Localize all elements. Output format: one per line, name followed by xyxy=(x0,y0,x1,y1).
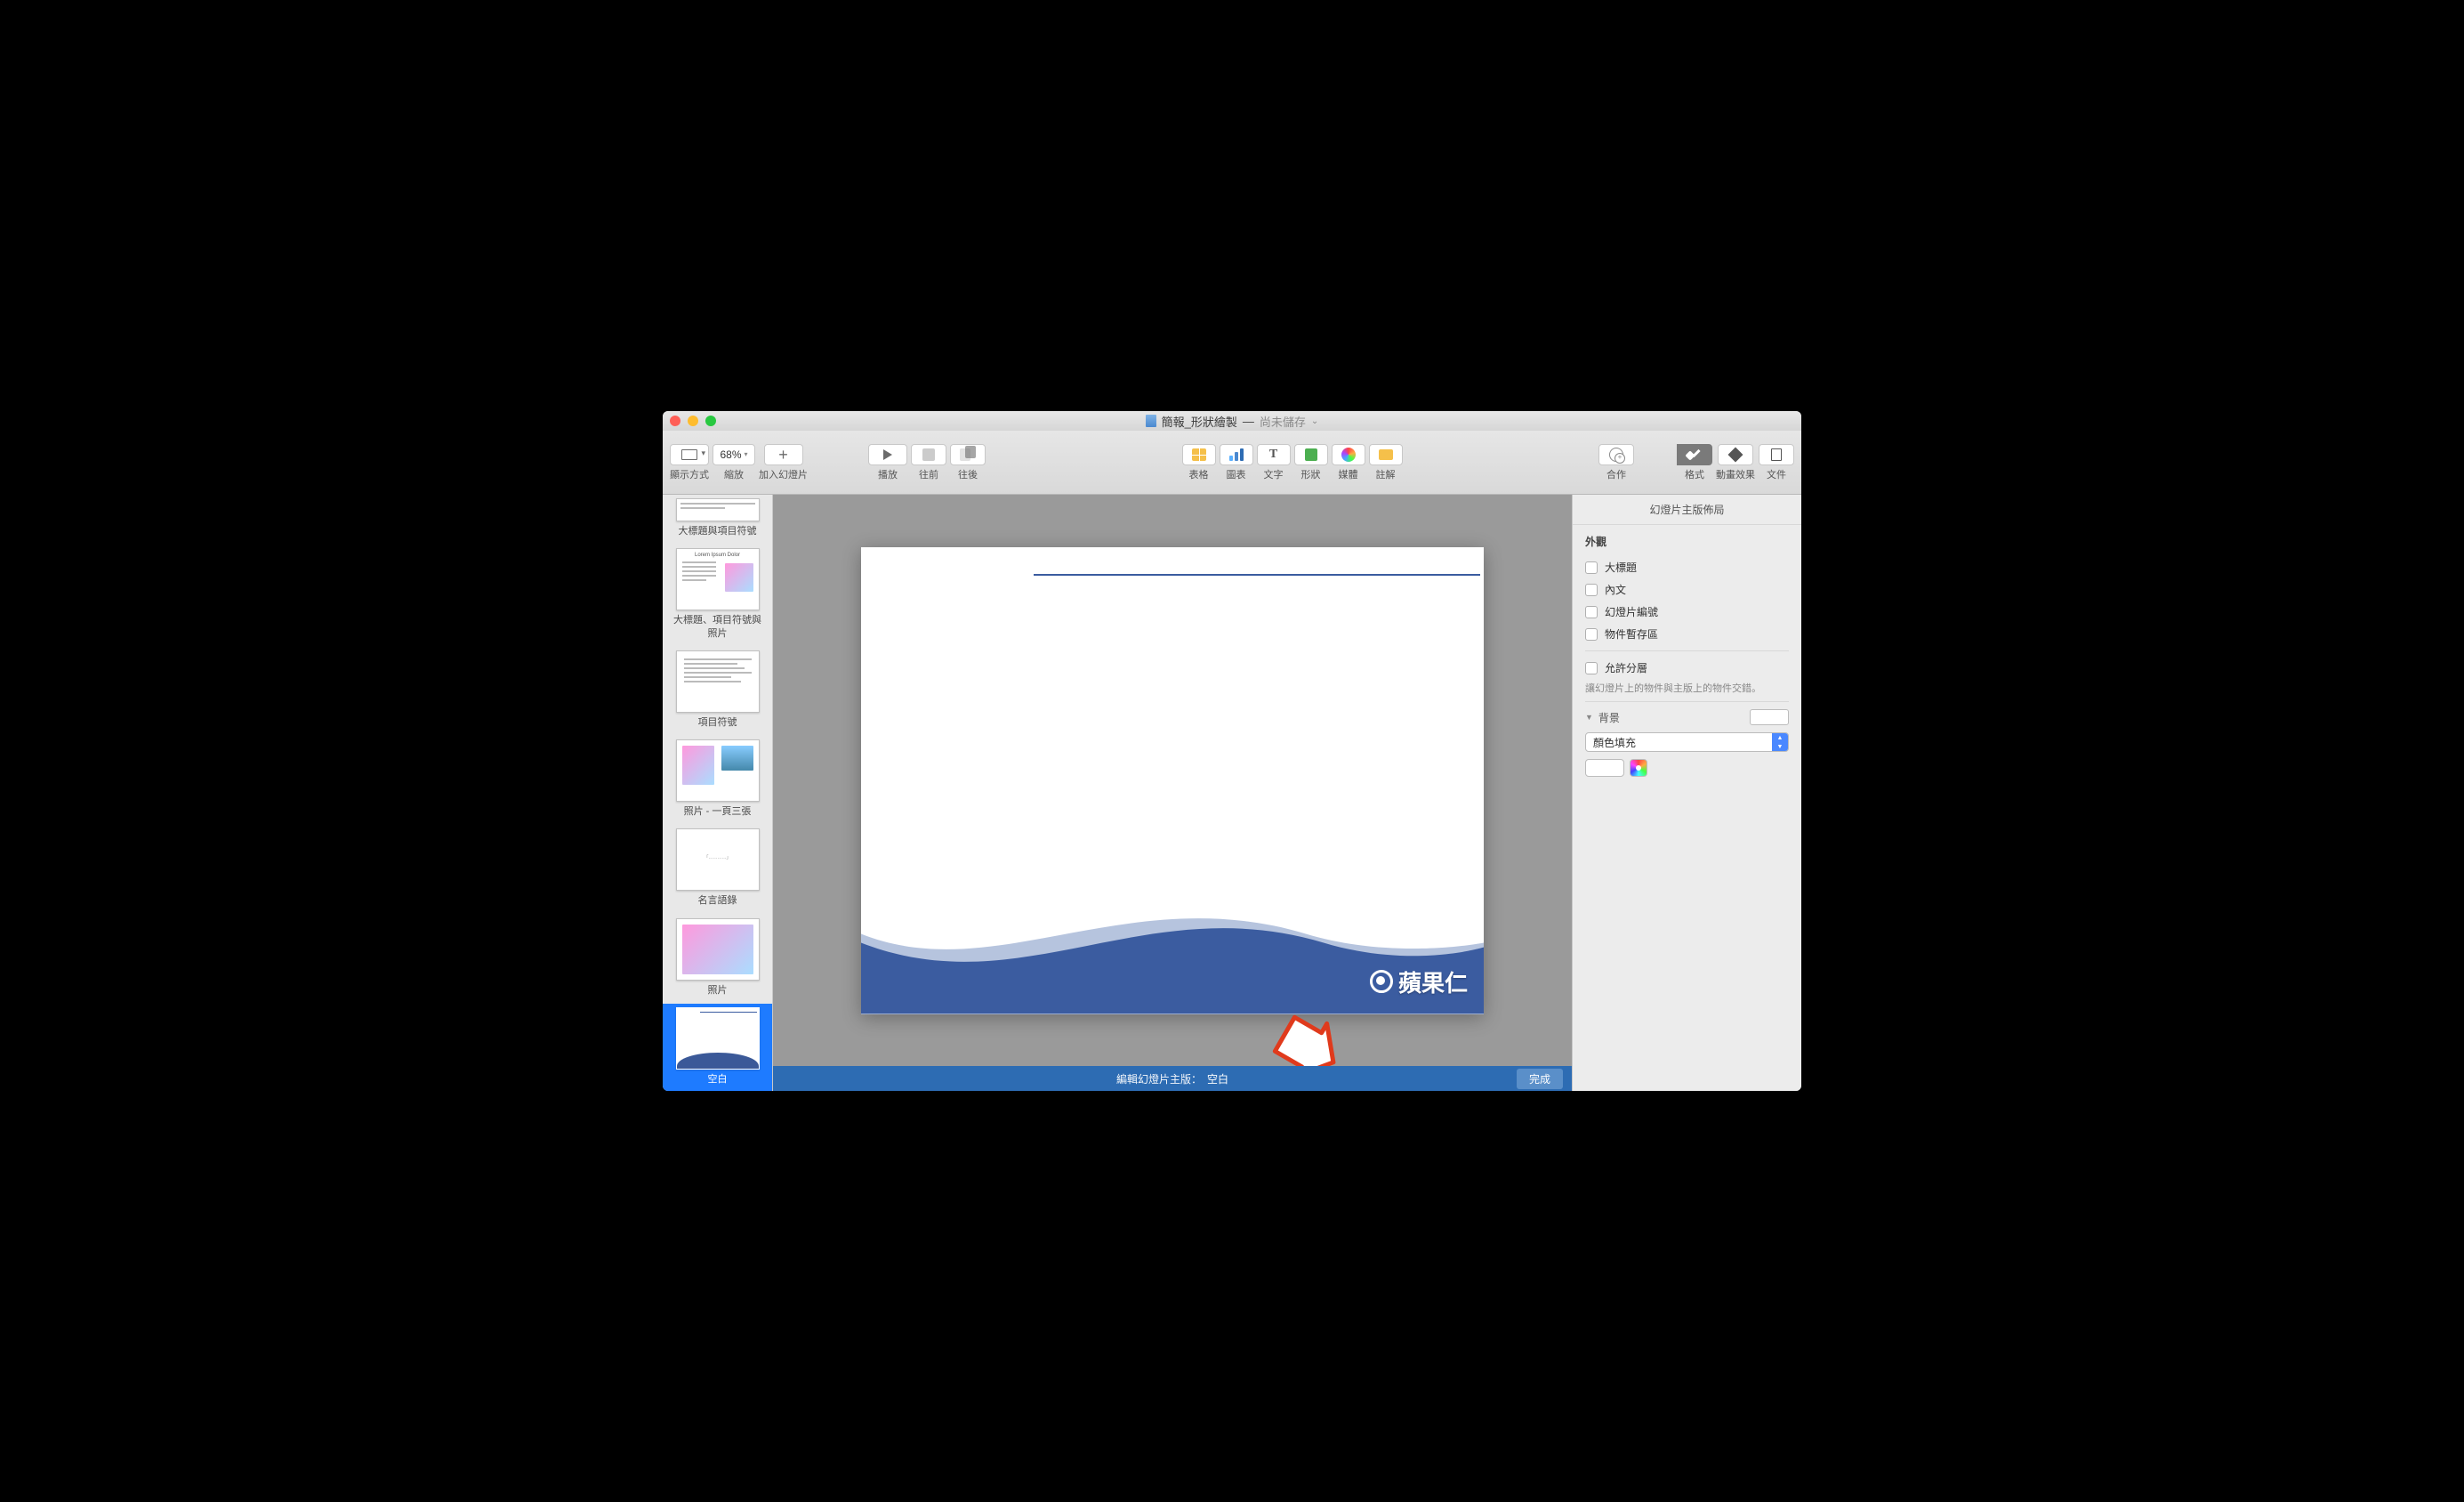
document-icon xyxy=(1146,415,1156,427)
checkbox-icon xyxy=(1585,628,1598,641)
done-button[interactable]: 完成 xyxy=(1517,1069,1563,1089)
animate-tab[interactable] xyxy=(1718,444,1753,465)
document-title: 簡報_形狀繪製 xyxy=(1162,413,1237,430)
save-status: 尚未儲存 xyxy=(1260,413,1306,430)
chart-button[interactable] xyxy=(1220,444,1253,465)
slide-navigator[interactable]: 大標題與項目符號 Lorem Ipsum Dolor 大標題、項目符號與照片 項… xyxy=(663,495,773,1091)
background-preview-swatch[interactable] xyxy=(1750,709,1789,725)
text-icon: T xyxy=(1269,448,1277,462)
master-thumb-selected[interactable]: 空白 xyxy=(663,1004,772,1091)
checkbox-placeholder[interactable]: 物件暫存區 xyxy=(1585,623,1789,645)
title-dash: — xyxy=(1243,415,1254,428)
next-button[interactable] xyxy=(950,444,986,465)
fill-type-select[interactable]: 顏色填充 ▲▼ xyxy=(1585,732,1789,752)
slide-master[interactable]: 蘋果仁 xyxy=(861,547,1484,1014)
master-thumb[interactable]: 照片 - 一頁三張 xyxy=(663,736,772,825)
format-tab[interactable] xyxy=(1677,444,1712,465)
checkbox-icon xyxy=(1585,584,1598,596)
chevron-down-icon[interactable]: ⌄ xyxy=(1311,416,1318,426)
add-slide-label: 加入幻燈片 xyxy=(759,467,808,481)
appearance-heading: 外觀 xyxy=(1585,534,1789,549)
master-thumb[interactable]: 大標題與項目符號 xyxy=(663,495,772,545)
edit-bar-value: 空白 xyxy=(1207,1071,1228,1086)
document-icon xyxy=(1771,448,1782,461)
master-thumb[interactable]: 項目符號 xyxy=(663,647,772,736)
brush-icon xyxy=(1687,447,1703,463)
table-icon xyxy=(1192,448,1206,461)
select-stepper-icon: ▲▼ xyxy=(1772,733,1788,751)
master-thumb[interactable]: Lorem Ipsum Dolor 大標題、項目符號與照片 xyxy=(663,545,772,647)
master-thumb[interactable]: 「…………」 名言語錄 xyxy=(663,825,772,914)
chart-icon xyxy=(1229,448,1244,461)
play-icon xyxy=(883,449,892,460)
media-button[interactable] xyxy=(1332,444,1365,465)
checkbox-allow-layer[interactable]: 允許分層 xyxy=(1585,657,1789,679)
prev-button[interactable] xyxy=(911,444,946,465)
play-label: 播放 xyxy=(878,467,898,481)
shape-button[interactable] xyxy=(1294,444,1328,465)
comment-icon xyxy=(1379,449,1393,460)
shape-icon xyxy=(1305,448,1317,461)
play-button[interactable] xyxy=(868,444,907,465)
minimize-window-button[interactable] xyxy=(688,416,698,426)
logo-ring-icon xyxy=(1370,970,1393,993)
zoom-dropdown[interactable]: 68%▾ xyxy=(713,444,755,465)
inspector-title: 幻燈片主版佈局 xyxy=(1573,495,1801,525)
checkbox-title[interactable]: 大標題 xyxy=(1585,556,1789,578)
comment-button[interactable] xyxy=(1369,444,1403,465)
collaborate-button[interactable] xyxy=(1598,444,1634,465)
inspector-panel: 幻燈片主版佈局 外觀 大標題 內文 幻燈片編號 物件暫存區 允許分層 讓幻燈片上… xyxy=(1572,495,1801,1091)
slide-divider-line xyxy=(1034,574,1480,576)
checkbox-icon xyxy=(1585,662,1598,674)
edit-bar-label: 編輯幻燈片主版： xyxy=(1116,1071,1202,1086)
app-window: 簡報_形狀繪製 — 尚未儲存 ⌄ 顯示方式 68%▾ 縮放 + 加入幻燈片 播放… xyxy=(663,411,1801,1091)
view-mode-button[interactable] xyxy=(670,444,709,465)
add-slide-button[interactable]: + xyxy=(764,444,803,465)
zoom-window-button[interactable] xyxy=(705,416,716,426)
slide-logo: 蘋果仁 xyxy=(1370,965,1468,998)
traffic-lights xyxy=(670,416,716,426)
close-window-button[interactable] xyxy=(670,416,680,426)
allow-layer-description: 讓幻燈片上的物件與主版上的物件交錯。 xyxy=(1585,682,1789,696)
master-thumb[interactable]: 照片 xyxy=(663,915,772,1004)
main-area: 大標題與項目符號 Lorem Ipsum Dolor 大標題、項目符號與照片 項… xyxy=(663,495,1801,1091)
view-icon xyxy=(681,449,697,460)
text-button[interactable]: T xyxy=(1257,444,1291,465)
collaborate-icon xyxy=(1609,448,1623,462)
checkbox-icon xyxy=(1585,561,1598,574)
window-title: 簡報_形狀繪製 — 尚未儲存 ⌄ xyxy=(663,413,1801,430)
document-tab[interactable] xyxy=(1759,444,1794,465)
diamond-icon xyxy=(1728,447,1743,462)
disclosure-triangle-icon: ▼ xyxy=(1585,713,1593,722)
color-well[interactable] xyxy=(1585,759,1624,777)
canvas-scroll[interactable]: 蘋果仁 xyxy=(773,495,1572,1066)
plus-icon: + xyxy=(778,447,788,463)
zoom-label: 縮放 xyxy=(724,467,744,481)
media-icon xyxy=(1341,448,1356,462)
table-button[interactable] xyxy=(1182,444,1216,465)
titlebar: 簡報_形狀繪製 — 尚未儲存 ⌄ xyxy=(663,411,1801,431)
checkbox-slide-number[interactable]: 幻燈片編號 xyxy=(1585,601,1789,623)
background-disclosure[interactable]: ▼背景 xyxy=(1585,710,1620,725)
canvas-area: 蘋果仁 編輯幻燈片主版： 空白 完成 xyxy=(773,495,1572,1091)
checkbox-icon xyxy=(1585,606,1598,618)
master-edit-bar: 編輯幻燈片主版： 空白 完成 xyxy=(773,1066,1572,1091)
checkbox-body[interactable]: 內文 xyxy=(1585,578,1789,601)
next-label: 往後 xyxy=(958,467,978,481)
chevron-down-icon: ▾ xyxy=(745,450,748,458)
prev-label: 往前 xyxy=(919,467,938,481)
toolbar: 顯示方式 68%▾ 縮放 + 加入幻燈片 播放 往前 往後 表格 圖表 T文字 xyxy=(663,431,1801,495)
view-label: 顯示方式 xyxy=(670,467,709,481)
color-picker-button[interactable] xyxy=(1630,759,1647,777)
prev-icon xyxy=(922,448,935,461)
